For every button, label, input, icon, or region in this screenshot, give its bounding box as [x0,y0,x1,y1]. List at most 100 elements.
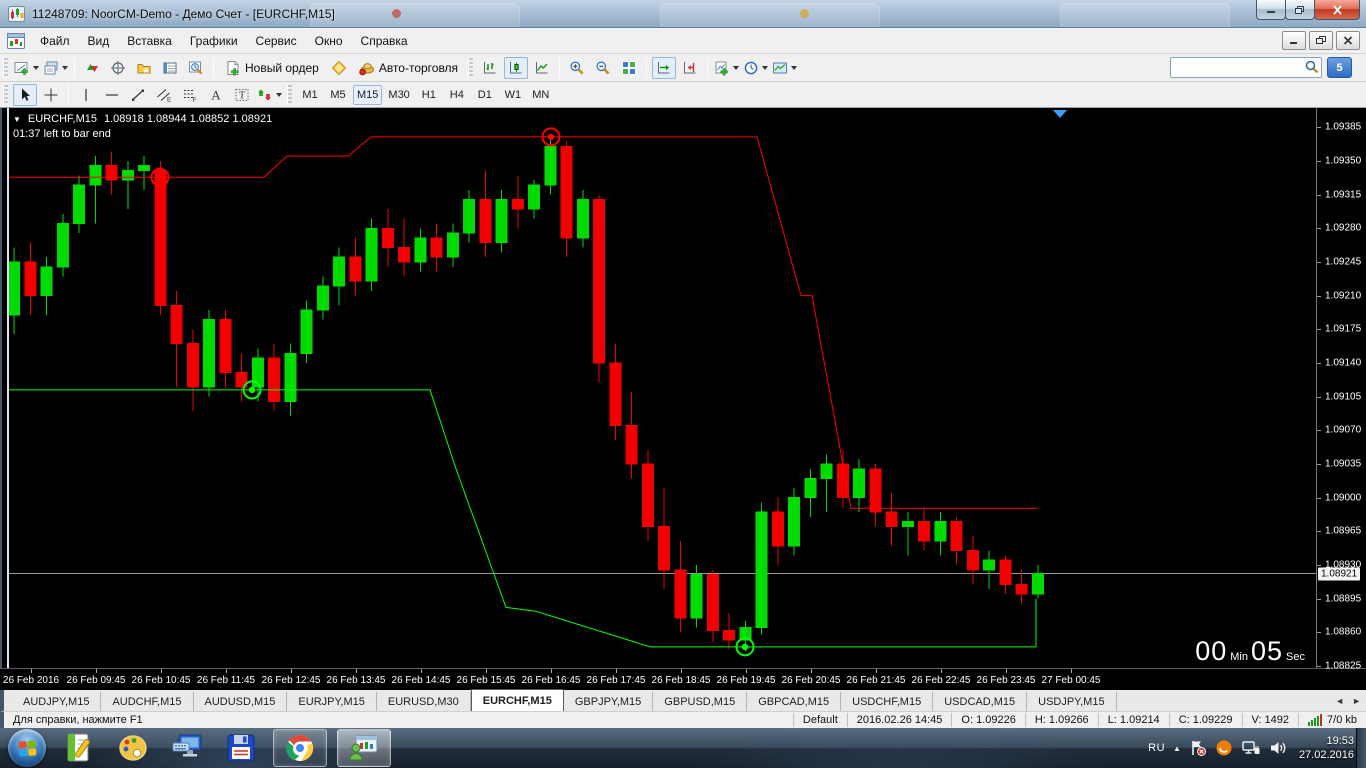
text-label-tool-button[interactable]: T [230,84,254,106]
toolbar-grip[interactable] [3,85,8,105]
toolbar-grip[interactable] [468,58,473,78]
menu-item-6[interactable]: Справка [352,29,417,53]
price-axis[interactable]: 1.093851.093501.093151.092801.092451.092… [1316,108,1366,668]
chart-plot[interactable] [0,108,1316,668]
chart-tab-audjpy[interactable]: AUDJPY,M15 [12,692,101,711]
taskbar-notepad-icon[interactable] [57,729,101,767]
text-tool-button[interactable]: A [204,84,228,106]
taskbar-chrome-button[interactable] [273,729,327,767]
timeframe-button-m1[interactable]: M1 [297,85,323,105]
crosshair-tool-button[interactable] [39,84,63,106]
taskbar-remote-desktop-icon[interactable] [165,729,209,767]
candlestick-chart-button[interactable] [504,57,528,79]
vertical-line-tool-button[interactable] [74,84,98,106]
language-indicator[interactable]: RU [1148,742,1165,754]
chart-tab-audchf[interactable]: AUDCHF,M15 [101,692,193,711]
templates-button[interactable] [771,57,798,79]
chart-tab-eurusd[interactable]: EURUSD,M30 [377,692,471,711]
chart-tab-gbpcad[interactable]: GBPCAD,M15 [747,692,841,711]
tray-expand-icon[interactable]: ▲ [1173,744,1181,753]
chart-tab-audusd[interactable]: AUDUSD,M15 [194,692,288,711]
status-profile[interactable]: Default [793,713,847,727]
new-chart-button[interactable] [13,57,40,79]
minimize-button[interactable] [1256,0,1286,20]
menu-item-0[interactable]: Файл [31,29,79,53]
chart-area: ▼ EURCHF,M15 1.08918 1.08944 1.08852 1.0… [0,108,1366,668]
timeframe-button-m30[interactable]: M30 [384,85,413,105]
search-icon[interactable] [1304,59,1320,75]
tile-windows-button[interactable] [617,57,641,79]
profiles-button[interactable] [42,57,69,79]
arrows-tool-button[interactable] [256,84,283,106]
updater-tray-icon[interactable] [1215,739,1233,757]
chart-window-left-edge [0,108,9,668]
time-tick-label: 26 Feb 17:45 [587,675,646,686]
restore-button[interactable] [1285,0,1315,20]
menu-item-4[interactable]: Сервис [247,29,306,53]
line-chart-button[interactable] [530,57,554,79]
community-notifications-badge[interactable]: 5 [1327,57,1352,78]
strategy-tester-button[interactable] [184,57,208,79]
zoom-in-button[interactable] [565,57,589,79]
timeframe-button-m5[interactable]: M5 [325,85,351,105]
close-button[interactable] [1314,0,1360,20]
mdi-close-button[interactable] [1336,31,1360,50]
mdi-restore-button[interactable] [1309,31,1333,50]
window-titlebar[interactable]: 11248709: NoorCM-Demo - Демо Счет - [EUR… [0,0,1366,28]
tab-scroll-left-icon[interactable]: ◄ [1335,696,1344,706]
periods-button[interactable] [742,57,769,79]
trendline-tool-button[interactable] [126,84,150,106]
menu-item-3[interactable]: Графики [181,29,247,53]
chart-tab-eurchf[interactable]: EURCHF,M15 [471,689,564,711]
tab-scroll-right-icon[interactable]: ► [1352,696,1361,706]
action-center-flag-icon[interactable] [1189,739,1207,757]
data-window-button[interactable] [106,57,130,79]
time-axis[interactable]: 26 Feb 201626 Feb 09:4526 Feb 10:4526 Fe… [0,668,1366,690]
terminal-button[interactable] [158,57,182,79]
start-button[interactable] [8,729,46,767]
timeframe-button-h1[interactable]: H1 [416,85,442,105]
metaeditor-button[interactable] [327,57,351,79]
toolbar-grip[interactable] [3,58,8,78]
equidistant-channel-tool-button[interactable]: E [152,84,176,106]
chart-tab-usdchf[interactable]: USDCHF,M15 [841,692,933,711]
auto-scroll-button[interactable] [652,57,676,79]
chart-tab-eurjpy[interactable]: EURJPY,M15 [287,692,376,711]
taskbar-mt4-button[interactable] [337,729,391,767]
price-tick-label: 1.08825 [1325,661,1361,672]
taskbar-floppy-save-icon[interactable] [219,729,263,767]
chart-tab-gbpjpy[interactable]: GBPJPY,M15 [564,692,653,711]
search-input[interactable] [1170,57,1322,78]
timeframe-button-mn[interactable]: MN [528,85,554,105]
clock[interactable]: 19:53 27.02.2016 [1299,734,1354,763]
cursor-tool-button[interactable] [13,84,37,106]
toolbar-grip[interactable] [287,85,292,105]
zoom-out-button[interactable] [591,57,615,79]
mdi-minimize-button[interactable] [1282,31,1306,50]
indicators-button[interactable] [713,57,740,79]
taskbar-paint-icon[interactable] [111,729,155,767]
new-order-button[interactable]: Новый ордер [219,57,325,79]
market-watch-button[interactable] [80,57,104,79]
menu-item-2[interactable]: Вставка [118,29,181,53]
timeframe-button-m15[interactable]: M15 [353,85,382,105]
bar-chart-button[interactable] [478,57,502,79]
timeframe-button-w1[interactable]: W1 [500,85,526,105]
navigator-button[interactable] [132,57,156,79]
chart-tab-gbpusd[interactable]: GBPUSD,M15 [653,692,747,711]
background-browser-tab [310,3,520,28]
time-tick-mark [1006,669,1007,673]
chart-tab-usdcad[interactable]: USDCAD,M15 [933,692,1027,711]
volume-tray-icon[interactable] [1269,739,1288,757]
autotrading-button[interactable]: Авто-торговля [353,57,464,79]
timeframe-button-h4[interactable]: H4 [444,85,470,105]
timeframe-button-d1[interactable]: D1 [472,85,498,105]
menu-item-1[interactable]: Вид [79,29,119,53]
chart-shift-button[interactable] [678,57,702,79]
menu-item-5[interactable]: Окно [306,29,352,53]
chart-tab-usdjpy[interactable]: USDJPY,M15 [1027,692,1116,711]
show-desktop-button[interactable] [1356,728,1366,768]
fibonacci-tool-button[interactable]: F [178,84,202,106]
horizontal-line-tool-button[interactable] [100,84,124,106]
network-tray-icon[interactable] [1241,739,1261,757]
